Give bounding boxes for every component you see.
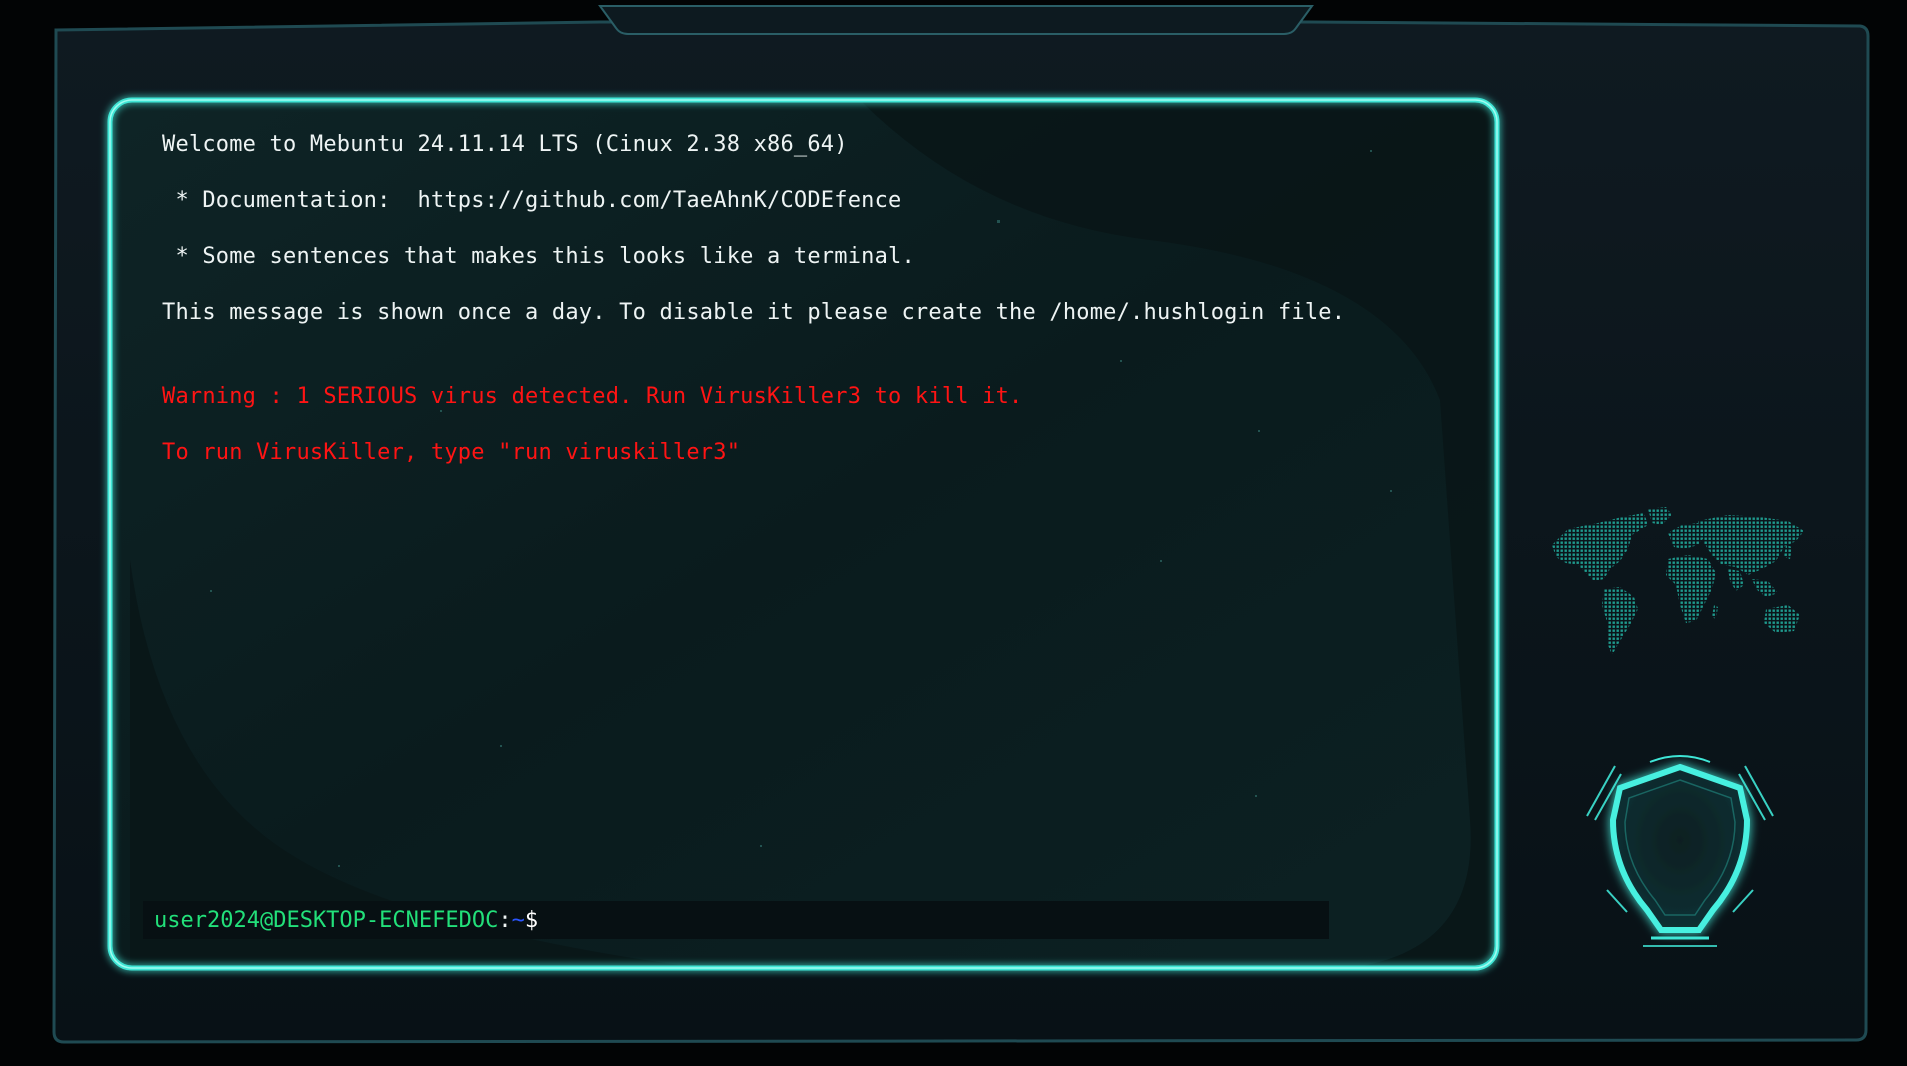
motd-line: * Some sentences that makes this looks l…: [162, 244, 915, 269]
terminal-window[interactable]: Welcome to Mebuntu 24.11.14 LTS (Cinux 2…: [110, 100, 1497, 968]
terminal-output: Welcome to Mebuntu 24.11.14 LTS (Cinux 2…: [162, 130, 1462, 494]
command-prompt[interactable]: user2024@DESKTOP-ECNEFEDOC: ~ $: [143, 901, 1329, 939]
prompt-dollar: $: [524, 907, 539, 933]
prompt-path: ~: [511, 907, 525, 933]
motd-line: * Documentation: https://github.com/TaeA…: [162, 188, 902, 213]
app-screen: Welcome to Mebuntu 24.11.14 LTS (Cinux 2…: [0, 0, 1907, 1066]
world-map-icon: [1552, 507, 1804, 655]
warning-line: Warning : 1 SERIOUS virus detected. Run …: [162, 384, 1023, 409]
motd-line: This message is shown once a day. To dis…: [162, 300, 1346, 325]
prompt-colon: :: [498, 907, 512, 933]
warning-line: To run VirusKiller, type "run viruskille…: [162, 440, 741, 465]
prompt-user-host: user2024@DESKTOP-ECNEFEDOC: [154, 907, 499, 933]
motd-line: Welcome to Mebuntu 24.11.14 LTS (Cinux 2…: [162, 132, 848, 157]
shield-icon[interactable]: [1575, 750, 1785, 955]
command-input[interactable]: [538, 907, 1329, 933]
